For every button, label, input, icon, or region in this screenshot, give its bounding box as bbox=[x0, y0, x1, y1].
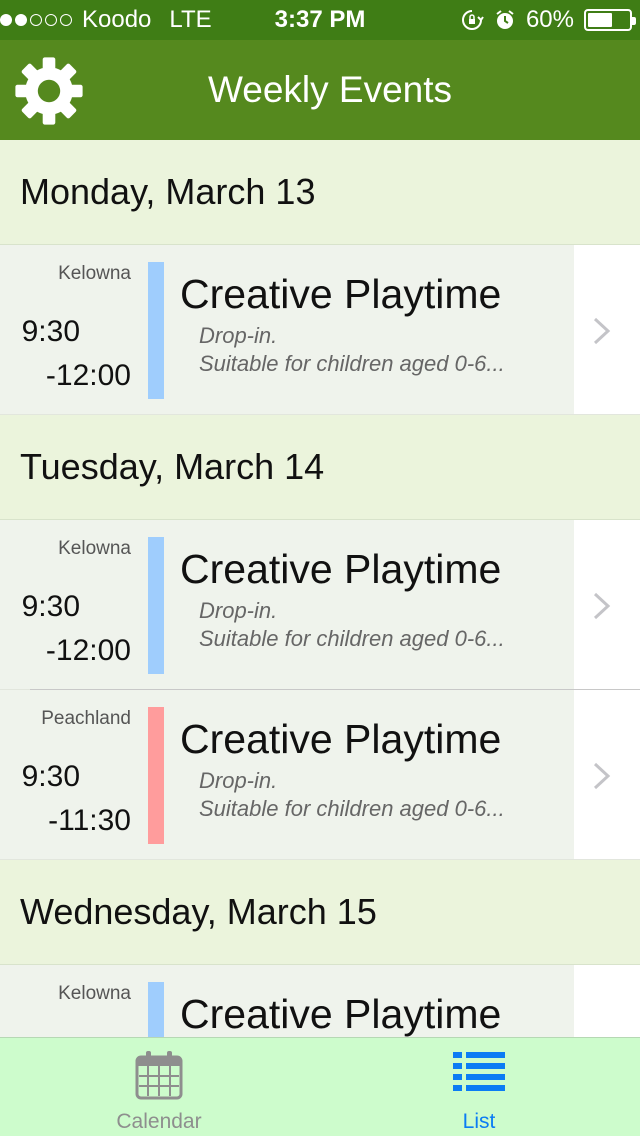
event-location: Kelowna bbox=[58, 983, 131, 1004]
battery-icon bbox=[584, 9, 636, 31]
event-start-time: 9:30 bbox=[21, 315, 80, 348]
nav-bar: Weekly Events bbox=[0, 40, 640, 140]
chevron-right-icon bbox=[593, 317, 611, 345]
event-start-time: 9:30 bbox=[21, 760, 80, 793]
event-description-line2: Suitable for children aged 0-6... bbox=[199, 796, 505, 821]
event-description-line1: Drop-in. bbox=[199, 323, 278, 348]
event-location: Kelowna bbox=[58, 263, 131, 284]
event-title: Creative Playtime bbox=[180, 991, 502, 1037]
event-end-time: -11:30 bbox=[48, 804, 131, 837]
event-location: Kelowna bbox=[58, 538, 131, 559]
tab-label: Calendar bbox=[116, 1110, 202, 1133]
event-title: Creative Playtime bbox=[180, 546, 502, 592]
event-title: Creative Playtime bbox=[180, 716, 502, 762]
event-description-line1: Drop-in. bbox=[199, 768, 278, 793]
tab-label: List bbox=[462, 1110, 496, 1133]
event-row[interactable]: Kelowna 9:30 -12:00 Creative Playtime Dr… bbox=[0, 520, 640, 690]
event-color-bar bbox=[148, 707, 164, 844]
chevron-right-icon bbox=[593, 762, 611, 790]
rotation-lock-icon bbox=[461, 10, 484, 30]
page-title: Weekly Events bbox=[207, 69, 453, 110]
event-title: Creative Playtime bbox=[180, 271, 502, 317]
event-row[interactable]: Kelowna Creative Playtime bbox=[0, 965, 640, 1037]
event-color-bar bbox=[148, 537, 164, 674]
event-list[interactable]: Monday, March 13 Kelowna 9:30 -12:00 Cre… bbox=[0, 140, 640, 1037]
event-color-bar bbox=[148, 982, 164, 1037]
tab-calendar[interactable]: Calendar bbox=[59, 1038, 259, 1136]
event-description-line1: Drop-in. bbox=[199, 598, 278, 623]
event-start-time: 9:30 bbox=[21, 590, 80, 623]
event-color-bar bbox=[148, 262, 164, 399]
status-bar: Koodo LTE 3:37 PM 60% bbox=[0, 0, 640, 40]
event-end-time: -12:00 bbox=[45, 634, 131, 667]
event-description-line2: Suitable for children aged 0-6... bbox=[199, 626, 505, 651]
tab-list[interactable]: List bbox=[379, 1038, 579, 1136]
status-right: 60% bbox=[460, 0, 636, 40]
calendar-icon bbox=[135, 1051, 183, 1100]
chevron-right-icon bbox=[593, 592, 611, 620]
event-description-line2: Suitable for children aged 0-6... bbox=[199, 351, 505, 376]
event-end-time: -12:00 bbox=[45, 359, 131, 392]
section-header-monday: Monday, March 13 bbox=[0, 140, 640, 245]
event-location: Peachland bbox=[41, 708, 131, 729]
section-header-tuesday: Tuesday, March 14 bbox=[0, 415, 640, 520]
event-row[interactable]: Kelowna 9:30 -12:00 Creative Playtime Dr… bbox=[0, 245, 640, 415]
battery-percent: 60% bbox=[525, 6, 574, 33]
section-header-wednesday: Wednesday, March 15 bbox=[0, 860, 640, 965]
alarm-icon bbox=[496, 10, 514, 29]
tab-bar: Calendar List bbox=[0, 1037, 640, 1136]
list-icon bbox=[453, 1052, 505, 1091]
event-row[interactable]: Peachland 9:30 -11:30 Creative Playtime … bbox=[0, 690, 640, 860]
